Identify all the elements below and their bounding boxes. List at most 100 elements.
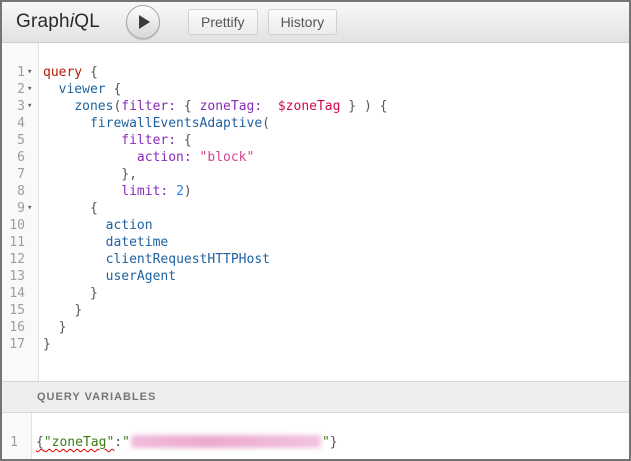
line-number-label: 9 <box>17 200 27 217</box>
code-token <box>262 99 278 114</box>
code-line[interactable]: } <box>43 302 629 319</box>
code-token: } <box>330 435 338 450</box>
code-token: }, <box>121 167 137 182</box>
fold-spacer <box>27 132 38 149</box>
line-number: 5 <box>2 132 38 149</box>
line-number: 2▾ <box>2 81 38 98</box>
toolbar: GraphiQL Prettify History <box>2 2 629 43</box>
code-line[interactable]: action <box>43 217 629 234</box>
line-number-label: 7 <box>17 166 27 183</box>
code-line[interactable]: datetime <box>43 234 629 251</box>
fold-spacer <box>27 319 38 336</box>
app-logo: GraphiQL <box>16 11 100 33</box>
fold-spacer <box>27 149 38 166</box>
code-token <box>43 133 121 148</box>
code-token: } <box>59 320 67 335</box>
code-token: { <box>176 133 192 148</box>
code-line[interactable]: }, <box>43 166 629 183</box>
code-line[interactable]: firewallEventsAdaptive( <box>43 115 629 132</box>
code-token <box>168 184 176 199</box>
code-token: limit: <box>121 184 168 199</box>
variables-code-area[interactable]: {"zoneTag":""} <box>32 413 629 459</box>
fold-spacer <box>27 183 38 200</box>
code-token <box>43 201 90 216</box>
code-token: action: <box>137 150 192 165</box>
line-number-gutter: 1▾2▾3▾456789▾1011121314151617 <box>2 43 39 381</box>
line-number: 13 <box>2 268 38 285</box>
code-line[interactable]: action: "block" <box>43 149 629 166</box>
line-number: 8 <box>2 183 38 200</box>
code-token: viewer <box>59 82 106 97</box>
query-variables-header[interactable]: QUERY VARIABLES <box>2 381 629 413</box>
code-line[interactable]: viewer { <box>43 81 629 98</box>
line-number: 1▾ <box>2 64 38 81</box>
fold-spacer <box>27 268 38 285</box>
code-token: zones <box>74 99 113 114</box>
line-number-label: 16 <box>9 319 27 336</box>
variables-editor[interactable]: 1 {"zoneTag":""} <box>2 413 629 459</box>
line-number-label: 11 <box>9 234 27 251</box>
code-token: filter: <box>121 99 176 114</box>
code-token: { <box>90 201 98 216</box>
fold-spacer <box>27 217 38 234</box>
line-number-label: 10 <box>9 217 27 234</box>
fold-arrow-icon[interactable]: ▾ <box>27 64 38 81</box>
code-token: 2 <box>176 184 184 199</box>
fold-arrow-icon[interactable]: ▾ <box>27 200 38 217</box>
code-token <box>43 320 59 335</box>
code-line[interactable]: userAgent <box>43 268 629 285</box>
fold-spacer <box>27 166 38 183</box>
query-variables-title: QUERY VARIABLES <box>37 391 156 403</box>
fold-spacer <box>27 336 38 353</box>
code-line[interactable]: { <box>43 200 629 217</box>
code-token: $zoneTag <box>278 99 341 114</box>
line-number: 3▾ <box>2 98 38 115</box>
code-line[interactable]: limit: 2) <box>43 183 629 200</box>
execute-query-button[interactable] <box>126 5 160 39</box>
code-line[interactable]: filter: { <box>43 132 629 149</box>
fold-spacer <box>27 285 38 302</box>
line-number: 10 <box>2 217 38 234</box>
line-number-label: 1 <box>17 64 27 81</box>
code-token <box>43 150 137 165</box>
code-line[interactable]: {"zoneTag":""} <box>36 434 629 451</box>
code-token <box>43 303 74 318</box>
code-line[interactable]: query { <box>43 64 629 81</box>
query-editor[interactable]: 1▾2▾3▾456789▾1011121314151617 query { vi… <box>2 43 629 381</box>
code-token: query <box>43 65 82 80</box>
code-token <box>43 269 106 284</box>
code-token <box>43 235 106 250</box>
code-line[interactable]: zones(filter: { zoneTag: $zoneTag } ) { <box>43 98 629 115</box>
code-token: } ) { <box>340 99 387 114</box>
code-token <box>43 218 106 233</box>
code-line[interactable]: clientRequestHTTPHost <box>43 251 629 268</box>
line-number-label: 15 <box>9 302 27 319</box>
code-token: { <box>36 435 44 450</box>
fold-arrow-icon[interactable]: ▾ <box>27 98 38 115</box>
code-token <box>43 116 90 131</box>
line-number: 7 <box>2 166 38 183</box>
line-number: 14 <box>2 285 38 302</box>
fold-arrow-icon[interactable]: ▾ <box>27 81 38 98</box>
query-code-area[interactable]: query { viewer { zones(filter: { zoneTag… <box>39 43 629 381</box>
code-line[interactable]: } <box>43 285 629 302</box>
code-token: ) <box>184 184 192 199</box>
prettify-button[interactable]: Prettify <box>188 9 258 35</box>
line-number: 11 <box>2 234 38 251</box>
code-line[interactable]: } <box>43 336 629 353</box>
code-token: " <box>322 435 330 450</box>
code-line[interactable]: } <box>43 319 629 336</box>
fold-spacer <box>27 251 38 268</box>
line-number: 17 <box>2 336 38 353</box>
fold-spacer <box>27 115 38 132</box>
line-number-label: 2 <box>17 81 27 98</box>
code-token <box>192 150 200 165</box>
line-number-label: 13 <box>9 268 27 285</box>
logo-text-graph: Graph <box>16 11 70 32</box>
fold-spacer <box>27 234 38 251</box>
line-number-label: 14 <box>9 285 27 302</box>
line-number: 16 <box>2 319 38 336</box>
history-button[interactable]: History <box>268 9 338 35</box>
line-number-label: 5 <box>17 132 27 149</box>
code-token: ( <box>262 116 270 131</box>
